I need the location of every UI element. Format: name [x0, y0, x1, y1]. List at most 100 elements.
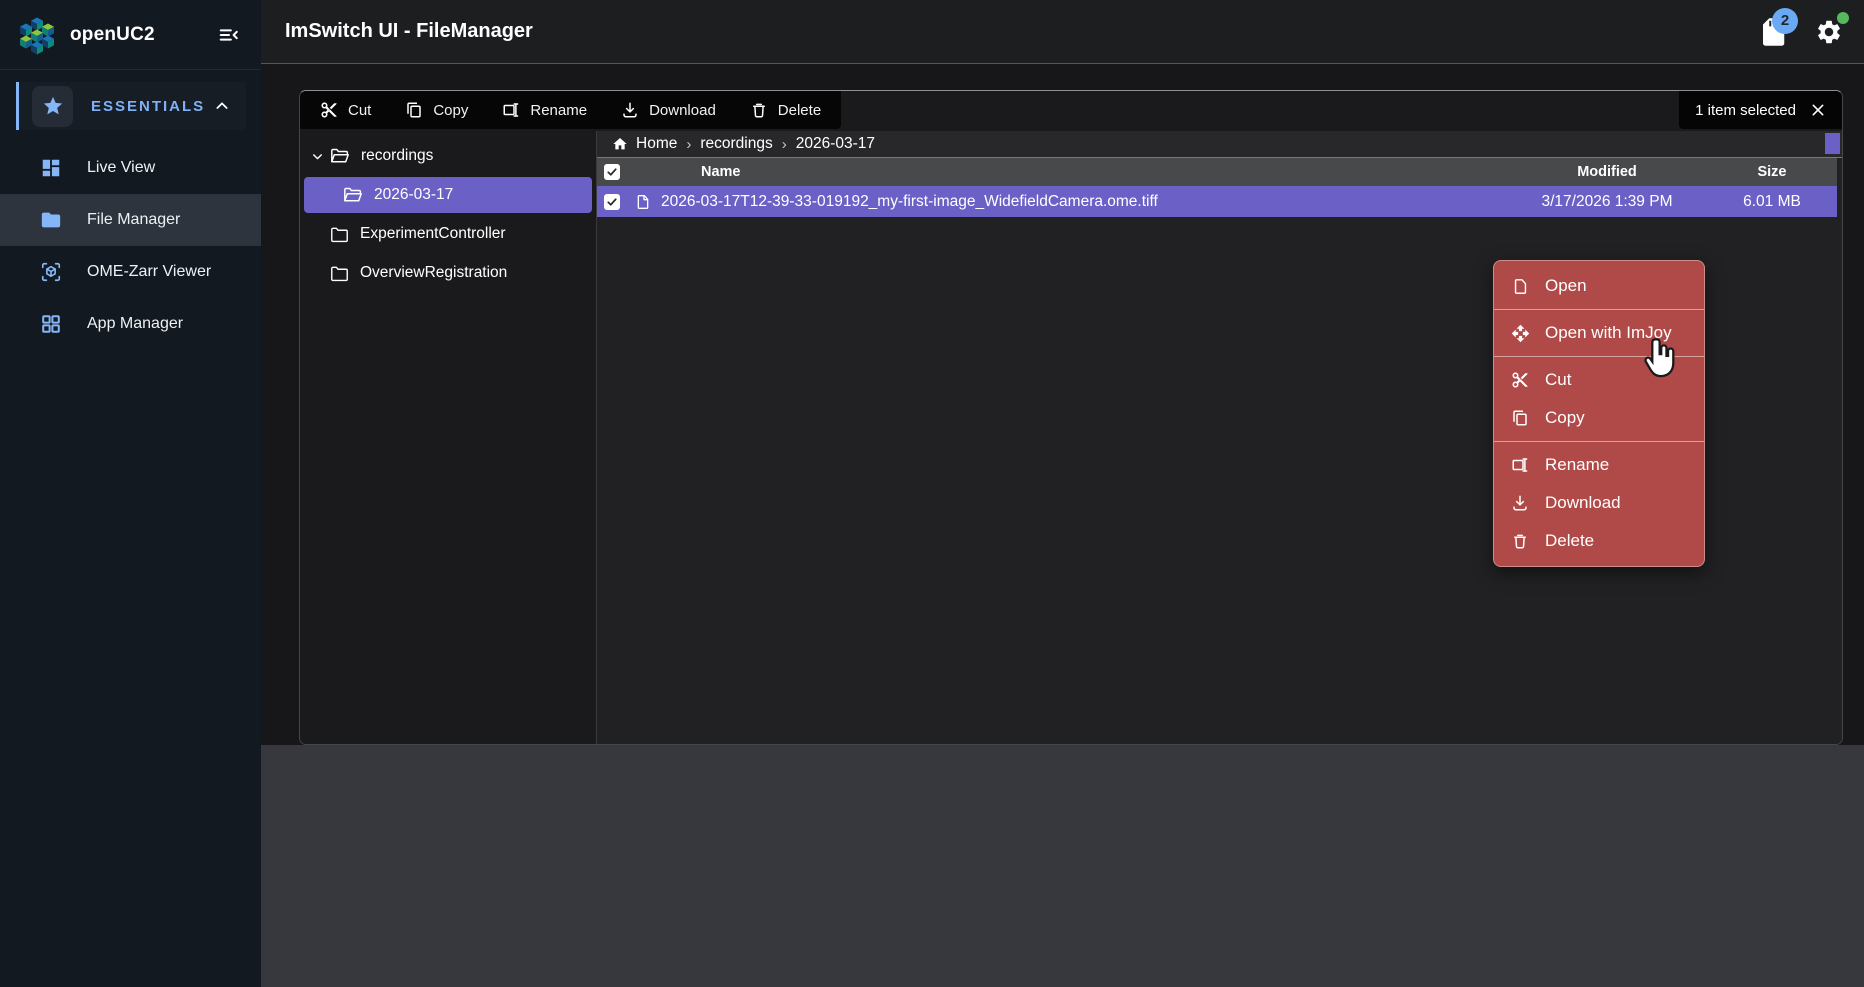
sidebar-item-label: App Manager [87, 315, 183, 333]
content-area: Cut Copy Rename [261, 64, 1864, 745]
folder-open-icon [343, 186, 363, 204]
file-row[interactable]: 2026-03-17T12-39-33-019192_my-first-imag… [597, 186, 1837, 217]
copy-icon [1510, 409, 1530, 427]
copy-icon [405, 101, 423, 119]
chevron-down-icon[interactable] [304, 150, 330, 163]
context-menu-label: Rename [1545, 455, 1609, 475]
download-icon [1510, 494, 1530, 512]
app-root: .cbA { --t:#8dc63f; --l:#0f7f77; --r:#11… [0, 0, 1864, 987]
file-toolbar: Cut Copy Rename [300, 91, 841, 129]
breadcrumb-label: 2026-03-17 [796, 135, 875, 153]
folder-tree: recordings 2026-03-17 [300, 131, 597, 744]
copy-button-label: Copy [433, 102, 468, 119]
sidebar-item-label: OME-Zarr Viewer [87, 263, 211, 281]
sd-card-icon[interactable]: 2 [1756, 14, 1790, 50]
column-header-modified[interactable]: Modified [1507, 164, 1707, 180]
sidebar-item-label: File Manager [87, 211, 180, 229]
context-menu-rename[interactable]: Rename [1494, 446, 1704, 484]
folder-closed-icon [330, 265, 349, 282]
tree-item-recordings[interactable]: recordings [304, 138, 592, 174]
download-button[interactable]: Download [621, 101, 716, 119]
rename-button-label: Rename [530, 102, 587, 119]
delete-button[interactable]: Delete [750, 101, 821, 119]
sidebar: .cbA { --t:#8dc63f; --l:#0f7f77; --r:#11… [0, 0, 261, 987]
topbar: ImSwitch UI - FileManager 2 [261, 0, 1864, 64]
main-area: ImSwitch UI - FileManager 2 [261, 0, 1864, 987]
cut-icon [1510, 371, 1530, 389]
folder-closed-icon [330, 226, 349, 243]
column-header-size[interactable]: Size [1707, 164, 1837, 180]
sidebar-section-essentials[interactable]: ESSENTIALS [16, 82, 246, 130]
context-menu: Open Open with ImJoy Cut [1493, 260, 1705, 567]
gear-icon[interactable] [1812, 14, 1846, 50]
delete-button-label: Delete [778, 102, 821, 119]
context-menu-label: Cut [1545, 370, 1571, 390]
folder-icon [39, 209, 63, 231]
breadcrumb-recordings[interactable]: recordings [700, 135, 772, 153]
delete-icon [750, 101, 768, 119]
download-icon [621, 101, 639, 119]
select-all-checkbox[interactable] [604, 164, 620, 180]
context-menu-cut[interactable]: Cut [1494, 361, 1704, 399]
file-size: 6.01 MB [1707, 193, 1837, 211]
context-menu-label: Download [1545, 493, 1621, 513]
home-icon [612, 136, 628, 152]
breadcrumb-separator: › [686, 136, 691, 153]
select-all-checkbox-cell [597, 164, 627, 180]
page-title: ImSwitch UI - FileManager [285, 20, 533, 43]
cubes-logo-icon: .cbA { --t:#8dc63f; --l:#0f7f77; --r:#11… [16, 14, 58, 56]
context-menu-open[interactable]: Open [1494, 267, 1704, 305]
file-modified: 3/17/2026 1:39 PM [1507, 193, 1707, 211]
cut-icon [320, 101, 338, 119]
sidebar-section-label: ESSENTIALS [91, 98, 205, 115]
file-icon [635, 193, 651, 211]
menu-open-icon[interactable] [213, 19, 245, 51]
tree-item-experimentcontroller[interactable]: ExperimentController [304, 216, 592, 252]
file-icon [1510, 277, 1530, 296]
delete-icon [1510, 532, 1530, 550]
tree-item-label: recordings [361, 147, 433, 165]
breadcrumb-2026-03-17[interactable]: 2026-03-17 [796, 135, 875, 153]
sidebar-item-file-manager[interactable]: File Manager [0, 194, 261, 246]
notification-badge: 2 [1772, 8, 1798, 34]
cut-button-label: Cut [348, 102, 371, 119]
live-view-icon [39, 157, 63, 179]
sidebar-item-label: Live View [87, 159, 155, 177]
tree-item-2026-03-17[interactable]: 2026-03-17 [304, 177, 592, 213]
context-menu-open-with-imjoy[interactable]: Open with ImJoy [1494, 314, 1704, 352]
column-header-name[interactable]: Name [627, 164, 1507, 180]
rename-icon [1510, 456, 1530, 474]
page-lower-background [261, 745, 1864, 987]
breadcrumb-home[interactable]: Home [612, 135, 677, 153]
status-dot [1837, 12, 1849, 24]
context-menu-delete[interactable]: Delete [1494, 522, 1704, 560]
context-menu-label: Copy [1545, 408, 1585, 428]
rename-button[interactable]: Rename [502, 101, 587, 119]
tree-item-label: 2026-03-17 [374, 186, 453, 204]
chevron-up-icon[interactable] [214, 98, 230, 114]
copy-button[interactable]: Copy [405, 101, 468, 119]
row-checkbox[interactable] [604, 194, 620, 210]
breadcrumb-label: Home [636, 135, 677, 153]
context-menu-copy[interactable]: Copy [1494, 399, 1704, 437]
sidebar-header: .cbA { --t:#8dc63f; --l:#0f7f77; --r:#11… [0, 0, 261, 70]
context-menu-label: Open with ImJoy [1545, 323, 1672, 343]
context-menu-download[interactable]: Download [1494, 484, 1704, 522]
sidebar-item-live-view[interactable]: Live View [0, 142, 261, 194]
cut-button[interactable]: Cut [320, 101, 371, 119]
app-grid-icon [39, 313, 63, 335]
tree-item-label: ExperimentController [360, 225, 506, 243]
selection-badge-text: 1 item selected [1695, 102, 1796, 119]
star-icon [32, 86, 73, 127]
topbar-actions: 2 [1756, 14, 1846, 50]
download-button-label: Download [649, 102, 716, 119]
vertical-scrollbar-thumb[interactable] [1825, 133, 1840, 154]
context-menu-label: Open [1545, 276, 1587, 296]
close-icon[interactable] [1810, 102, 1826, 118]
tree-item-overviewregistration[interactable]: OverviewRegistration [304, 255, 592, 291]
sidebar-item-ome-zarr-viewer[interactable]: OME-Zarr Viewer [0, 246, 261, 298]
folder-open-icon [330, 147, 350, 165]
row-checkbox-cell [597, 194, 627, 210]
sidebar-item-app-manager[interactable]: App Manager [0, 298, 261, 350]
zarr-cube-icon [39, 261, 63, 283]
